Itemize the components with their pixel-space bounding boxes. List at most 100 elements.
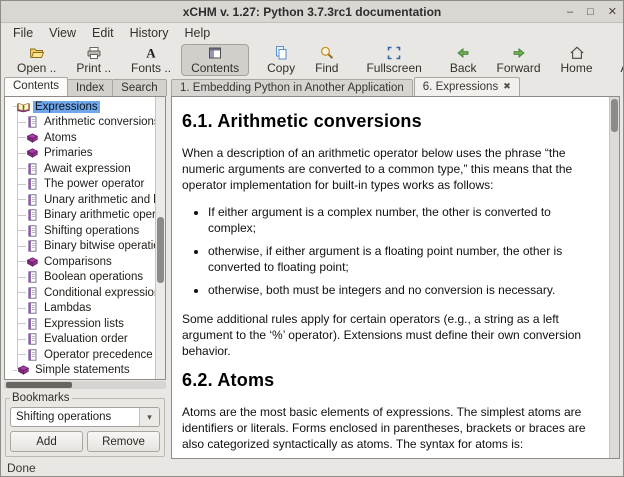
status-text: Done bbox=[7, 461, 36, 475]
back-arrow-icon bbox=[455, 45, 471, 61]
toolbar-button-label: Fonts .. bbox=[131, 61, 171, 75]
open-folder-icon bbox=[29, 45, 45, 61]
tree-vertical-scrollbar[interactable] bbox=[155, 97, 165, 379]
printer-icon bbox=[86, 45, 102, 61]
menu-item-history[interactable]: History bbox=[122, 24, 177, 42]
tree-item[interactable]: Lambdas bbox=[5, 301, 155, 317]
document-tab[interactable]: 1. Embedding Python in Another Applicati… bbox=[171, 79, 413, 96]
tree-horizontal-scrollbar-thumb[interactable] bbox=[6, 382, 72, 388]
tree-item[interactable]: Primaries bbox=[5, 146, 155, 162]
page-icon bbox=[26, 349, 39, 361]
content-vertical-scrollbar[interactable] bbox=[609, 97, 619, 458]
open-button[interactable]: Open .. bbox=[7, 44, 66, 76]
fullscreen-button[interactable]: Fullscreen bbox=[356, 44, 431, 76]
tree-connector bbox=[17, 246, 26, 247]
add-bookmark-button[interactable]: Add bbox=[10, 431, 83, 452]
fonts-button[interactable]: AFonts .. bbox=[121, 44, 181, 76]
paragraph: When a description of an arithmetic oper… bbox=[182, 146, 597, 194]
home-icon bbox=[569, 45, 585, 61]
close-icon[interactable]: ✕ bbox=[608, 7, 617, 18]
toolbar-button-label: Forward bbox=[497, 61, 541, 75]
tree-item-label: The power operator bbox=[42, 178, 146, 190]
tree-item[interactable]: Operator precedence bbox=[5, 347, 155, 363]
tab-index[interactable]: Index bbox=[67, 79, 113, 96]
dropdown-arrow-icon[interactable]: ▾ bbox=[139, 408, 159, 426]
tree-item[interactable]: Compound statements bbox=[5, 378, 155, 379]
bookmark-select[interactable]: Shifting operations ▾ bbox=[10, 407, 160, 427]
tree-item[interactable]: Await expression bbox=[5, 161, 155, 177]
forward-button[interactable]: Forward bbox=[487, 44, 551, 76]
tab-contents[interactable]: Contents bbox=[4, 77, 68, 96]
tree-connector bbox=[17, 215, 26, 216]
back-button[interactable]: Back bbox=[440, 44, 487, 76]
section-heading: 6.2. Atoms bbox=[182, 370, 597, 391]
bookmarks-panel: Bookmarks Shifting operations ▾ Add Remo… bbox=[5, 392, 165, 457]
tree-item[interactable]: Expression lists bbox=[5, 316, 155, 332]
tree-item-label: Simple statements bbox=[33, 364, 132, 376]
maximize-icon[interactable]: □ bbox=[587, 7, 594, 18]
menubar: FileViewEditHistoryHelp bbox=[1, 23, 623, 43]
toolbar-button-label: About bbox=[621, 61, 624, 75]
tree-item[interactable]: Binary arithmetic operations bbox=[5, 208, 155, 224]
document-tab-label: 1. Embedding Python in Another Applicati… bbox=[180, 82, 404, 94]
tree-item[interactable]: The power operator bbox=[5, 177, 155, 193]
page-icon bbox=[26, 287, 39, 299]
page-icon bbox=[26, 194, 39, 206]
tree-item-label: Arithmetic conversions bbox=[42, 116, 155, 128]
tree-connector bbox=[17, 137, 26, 138]
xchm-window: xCHM v. 1.27: Python 3.7.3rc1 documentat… bbox=[0, 0, 624, 477]
toolbar-button-label: Find bbox=[315, 61, 338, 75]
page-icon bbox=[26, 116, 39, 128]
find-button[interactable]: Find bbox=[305, 44, 348, 76]
print-button[interactable]: Print .. bbox=[66, 44, 121, 76]
tree-item[interactable]: Simple statements bbox=[5, 363, 155, 379]
document-tab[interactable]: 6. Expressions✖ bbox=[414, 77, 520, 96]
bullet-item: otherwise, both must be integers and no … bbox=[208, 283, 597, 299]
copy-button[interactable]: Copy bbox=[257, 44, 305, 76]
menu-item-view[interactable]: View bbox=[41, 24, 84, 42]
menu-item-help[interactable]: Help bbox=[176, 24, 218, 42]
book-icon bbox=[26, 147, 39, 159]
tree-item-label: Binary bitwise operations bbox=[42, 240, 155, 252]
tab-close-icon[interactable]: ✖ bbox=[503, 81, 511, 92]
tree-item[interactable]: Shifting operations bbox=[5, 223, 155, 239]
minimize-icon[interactable]: – bbox=[567, 7, 573, 18]
tree-item[interactable]: Boolean operations bbox=[5, 270, 155, 286]
fonts-icon: A bbox=[143, 45, 159, 61]
tree-vertical-scrollbar-thumb[interactable] bbox=[157, 217, 164, 283]
tree-connector bbox=[17, 230, 26, 231]
sidebar-tabs: ContentsIndexSearch bbox=[4, 77, 166, 96]
page-icon bbox=[26, 333, 39, 345]
sidebar: ContentsIndexSearch ExpressionsArithmeti… bbox=[4, 77, 166, 459]
tree-item[interactable]: Atoms bbox=[5, 130, 155, 146]
tree-item[interactable]: Conditional expressions bbox=[5, 285, 155, 301]
contents-tree: ExpressionsArithmetic conversions AtomsPr… bbox=[4, 96, 166, 380]
tree-connector bbox=[17, 168, 26, 169]
remove-bookmark-button[interactable]: Remove bbox=[87, 431, 160, 452]
content-vertical-scrollbar-thumb[interactable] bbox=[611, 99, 618, 132]
contents-button[interactable]: Contents bbox=[181, 44, 249, 76]
about-button[interactable]: ?About bbox=[611, 44, 624, 76]
menu-item-edit[interactable]: Edit bbox=[84, 24, 122, 42]
book-icon bbox=[17, 364, 30, 376]
tree-horizontal-scrollbar[interactable] bbox=[4, 381, 166, 389]
toolbar-button-label: Fullscreen bbox=[366, 61, 421, 75]
tab-search[interactable]: Search bbox=[112, 79, 166, 96]
tree-item[interactable]: Expressions bbox=[5, 99, 155, 115]
window-controls: – □ ✕ bbox=[567, 1, 617, 23]
tree-item[interactable]: Arithmetic conversions bbox=[5, 115, 155, 131]
toolbar-button-label: Copy bbox=[267, 61, 295, 75]
page-icon bbox=[26, 225, 39, 237]
tree-item-label: Lambdas bbox=[42, 302, 93, 314]
home-button[interactable]: Home bbox=[551, 44, 603, 76]
tree-item-label: Expression lists bbox=[42, 318, 126, 330]
tree-connector bbox=[17, 354, 26, 355]
titlebar[interactable]: xCHM v. 1.27: Python 3.7.3rc1 documentat… bbox=[1, 1, 623, 23]
tree-item[interactable]: Unary arithmetic and bitwise operations bbox=[5, 192, 155, 208]
menu-item-file[interactable]: File bbox=[5, 24, 41, 42]
page-icon bbox=[26, 163, 39, 175]
tree-item[interactable]: Binary bitwise operations bbox=[5, 239, 155, 255]
book-icon bbox=[26, 132, 39, 144]
tree-item[interactable]: Evaluation order bbox=[5, 332, 155, 348]
tree-item[interactable]: Comparisons bbox=[5, 254, 155, 270]
